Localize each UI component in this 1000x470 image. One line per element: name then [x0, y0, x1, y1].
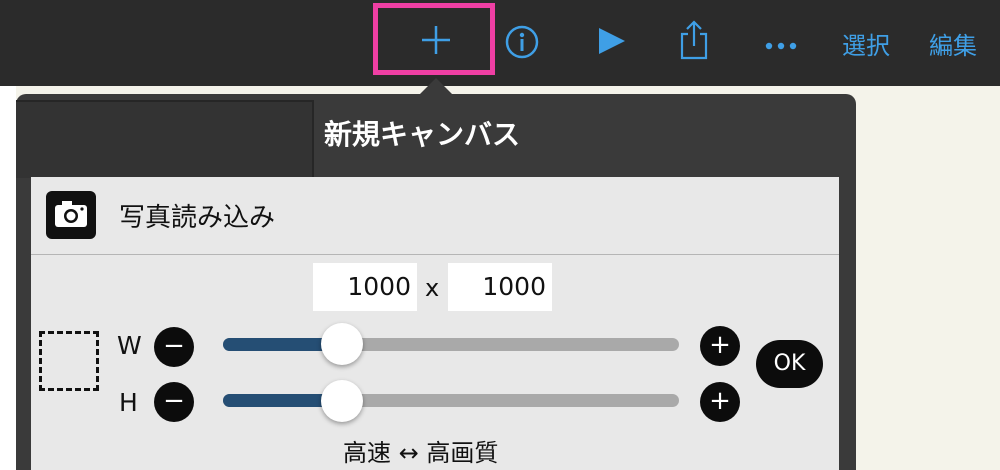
more-icon[interactable] — [764, 36, 798, 50]
width-input[interactable]: 1000 — [313, 263, 417, 311]
height-slider-thumb[interactable] — [321, 380, 363, 422]
edit-button[interactable]: 編集 — [929, 26, 977, 61]
width-decrease-button[interactable]: − — [154, 327, 194, 367]
height-label: H — [119, 388, 138, 417]
info-icon[interactable] — [504, 24, 540, 60]
height-decrease-button[interactable]: − — [154, 382, 194, 422]
canvas-preview — [39, 331, 99, 391]
camera-icon — [46, 191, 96, 239]
height-increase-button[interactable]: + — [700, 382, 740, 422]
popover-inner-panel — [16, 100, 314, 178]
photo-import-label: 写真読み込み — [119, 203, 276, 233]
height-slider[interactable] — [223, 394, 679, 407]
top-toolbar: 選択 編集 — [0, 0, 1000, 86]
width-slider[interactable] — [223, 338, 679, 351]
quality-label: 高速 ↔ 高画質 — [343, 439, 499, 467]
width-slider-thumb[interactable] — [321, 323, 363, 365]
new-canvas-content: 写真読み込み 1000 x 1000 W − + H − + OK 高速 ↔ 高… — [31, 177, 839, 470]
add-button-highlight — [373, 3, 495, 75]
popover-title: 新規キャンバス — [324, 118, 521, 151]
share-icon[interactable] — [678, 20, 710, 60]
canvas-edge — [0, 86, 16, 470]
ok-button[interactable]: OK — [756, 340, 823, 388]
width-increase-button[interactable]: + — [700, 326, 740, 366]
play-icon[interactable] — [597, 26, 627, 56]
width-label: W — [117, 331, 142, 360]
photo-import-row[interactable]: 写真読み込み — [31, 177, 839, 255]
height-input[interactable]: 1000 — [448, 263, 552, 311]
dimension-separator: x — [425, 274, 440, 302]
select-button[interactable]: 選択 — [842, 26, 890, 61]
